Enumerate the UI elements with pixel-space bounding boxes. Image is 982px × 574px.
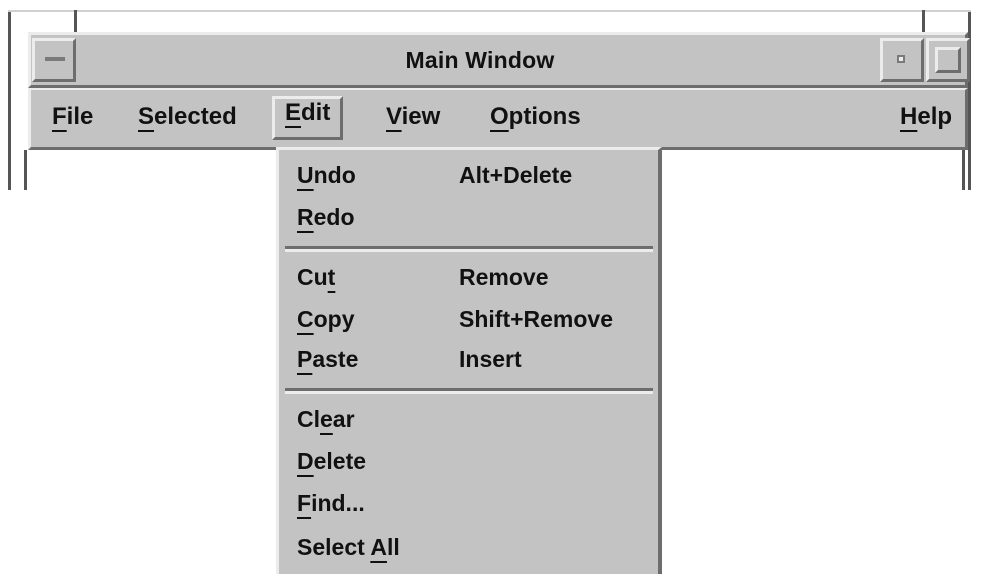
maximize-icon [935, 47, 961, 73]
menu-item-paste[interactable]: Paste [297, 346, 358, 373]
window-menu-button[interactable] [32, 38, 76, 82]
minimize-button[interactable] [880, 38, 924, 82]
menu-separator [285, 388, 653, 394]
menu-item-delete[interactable]: Delete [297, 448, 366, 475]
menu-separator [285, 246, 653, 252]
minimize-icon [897, 55, 905, 63]
frame-notch-right [922, 10, 925, 32]
menu-help[interactable]: Help [890, 100, 962, 140]
menu-view[interactable]: View [376, 100, 450, 140]
menu-item-clear[interactable]: Clear [297, 406, 355, 433]
menu-item-cut[interactable]: Cut [297, 264, 335, 291]
accelerator-paste: Insert [459, 346, 522, 372]
maximize-button[interactable] [926, 38, 970, 82]
accelerator-cut: Remove [459, 264, 549, 290]
menu-item-copy[interactable]: Copy [297, 306, 355, 333]
menu-item-undo[interactable]: Undo [297, 162, 356, 189]
menu-item-redo[interactable]: Redo [297, 204, 355, 231]
accelerator-copy: Shift+Remove [459, 306, 614, 332]
window-frame-top [8, 10, 971, 12]
menu-item-select-all[interactable]: Select All [297, 534, 400, 561]
edit-dropdown-menu: Undo Alt+Delete Redo Cut Remove Copy Shi… [276, 147, 662, 574]
menu-selected[interactable]: Selected [128, 100, 247, 140]
frame-right-bevel [962, 150, 965, 190]
window-title: Main Window [405, 47, 555, 73]
menu-item-find[interactable]: Find... [297, 490, 365, 517]
menu-file[interactable]: File [42, 100, 103, 140]
window-frame-right [968, 10, 971, 190]
frame-notch-left [74, 10, 77, 32]
accelerator-undo: Alt+Delete [459, 162, 573, 188]
menu-options[interactable]: Options [480, 100, 591, 140]
frame-left-bevel [24, 150, 27, 190]
window-frame-left [8, 10, 11, 190]
minimize-bar-icon [45, 57, 65, 61]
menu-edit[interactable]: Edit [272, 96, 344, 140]
